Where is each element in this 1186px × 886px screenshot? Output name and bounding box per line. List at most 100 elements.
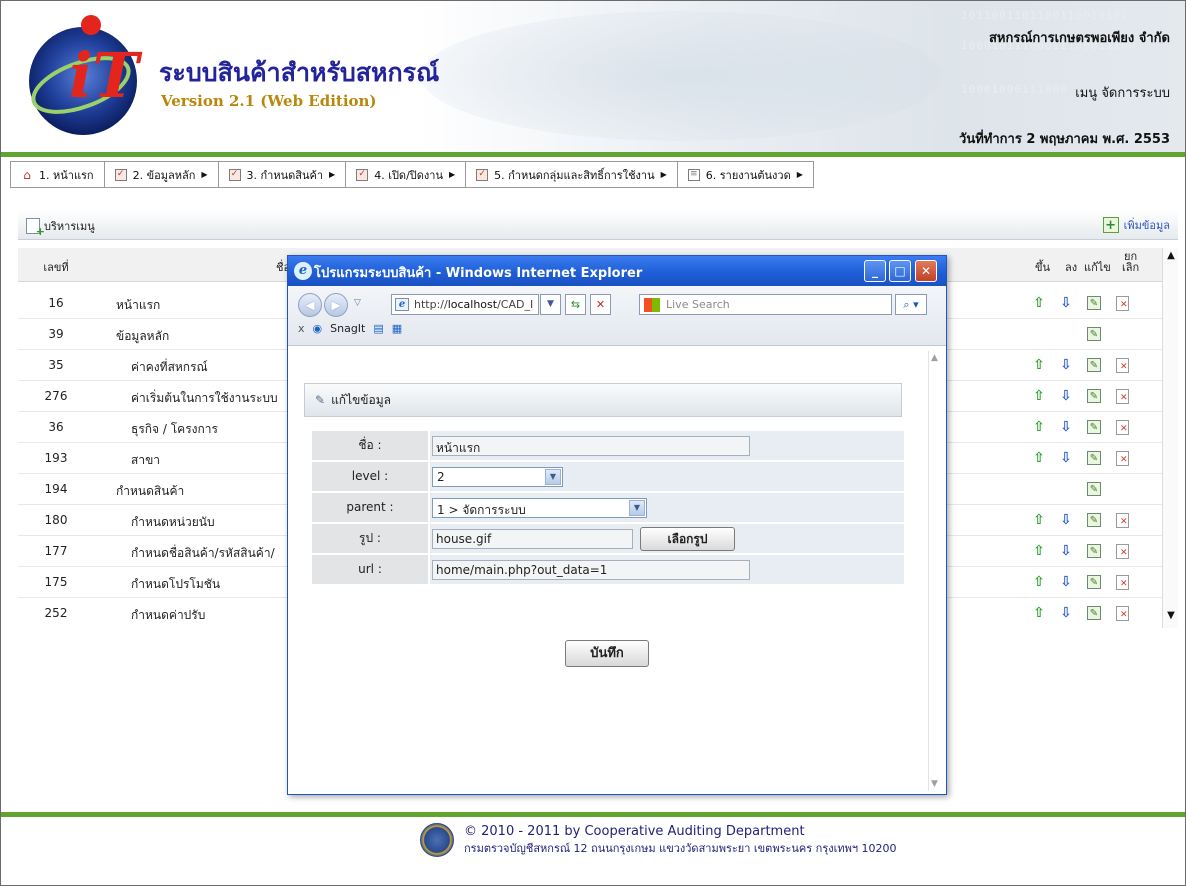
edit-icon[interactable]: ✎ bbox=[1084, 293, 1104, 313]
move-down-icon[interactable]: ⇩ bbox=[1056, 603, 1076, 623]
submenu-arrow-icon: ▶ bbox=[660, 170, 667, 179]
delete-icon[interactable]: ✕ bbox=[1112, 417, 1132, 437]
move-up-icon[interactable]: ⇧ bbox=[1029, 417, 1049, 437]
maximize-button[interactable]: □ bbox=[889, 260, 911, 282]
parent-select[interactable]: 1 > จัดการระบบ ▼ bbox=[432, 498, 647, 518]
delete-icon[interactable]: ✕ bbox=[1112, 386, 1132, 406]
save-button[interactable]: บันทึก bbox=[565, 640, 649, 667]
level-label: level : bbox=[312, 462, 428, 491]
delete-icon[interactable]: ✕ bbox=[1112, 448, 1132, 468]
move-down-icon[interactable]: ⇩ bbox=[1056, 355, 1076, 375]
edit-icon[interactable]: ✎ bbox=[1084, 541, 1104, 561]
edit-icon[interactable]: ✎ bbox=[1084, 510, 1104, 530]
parent-row: parent : 1 > จัดการระบบ ▼ bbox=[312, 493, 904, 522]
edit-icon[interactable]: ✎ bbox=[1084, 386, 1104, 406]
forward-button[interactable]: ▶ bbox=[324, 293, 348, 317]
move-up-icon[interactable]: ⇧ bbox=[1029, 572, 1049, 592]
col-no: เลขที่ bbox=[43, 261, 69, 274]
delete-icon[interactable]: ✕ bbox=[1112, 541, 1132, 561]
menubar-item-label: 3. กำหนดสินค้า bbox=[246, 168, 324, 182]
scroll-up-arrow-icon[interactable]: ▲ bbox=[1163, 250, 1179, 266]
menubar-item-3[interactable]: ✓ 3. กำหนดสินค้า ▶ bbox=[219, 162, 347, 187]
row-number: 16 bbox=[48, 296, 64, 310]
menubar-item-6[interactable]: ≡ 6. รายงานต้นงวด ▶ bbox=[678, 162, 813, 187]
toolbar-close-icon[interactable]: x bbox=[298, 322, 305, 335]
name-label: ชื่อ : bbox=[312, 431, 428, 460]
popup-scrollbar[interactable]: ▲ ▼ bbox=[928, 351, 944, 791]
menubar-item-label: 6. รายงานต้นงวด bbox=[705, 168, 791, 182]
edit-icon[interactable]: ✎ bbox=[1084, 324, 1104, 344]
edit-icon[interactable]: ✎ bbox=[1084, 479, 1104, 499]
page-icon: e bbox=[395, 298, 409, 311]
search-go-icon[interactable]: ⌕ ▾ bbox=[895, 294, 927, 315]
move-up-icon[interactable]: ⇧ bbox=[1029, 510, 1049, 530]
move-down-icon[interactable]: ⇩ bbox=[1056, 386, 1076, 406]
move-down-icon[interactable]: ⇩ bbox=[1056, 293, 1076, 313]
edit-icon[interactable]: ✎ bbox=[1084, 417, 1104, 437]
move-up-icon[interactable]: ⇧ bbox=[1029, 293, 1049, 313]
scroll-down-arrow-icon[interactable]: ▼ bbox=[931, 779, 938, 789]
edit-icon[interactable]: ✎ bbox=[1084, 572, 1104, 592]
move-down-icon[interactable]: ⇩ bbox=[1056, 448, 1076, 468]
move-down-icon[interactable]: ⇩ bbox=[1056, 417, 1076, 437]
move-up-icon[interactable]: ⇧ bbox=[1029, 355, 1049, 375]
delete-icon[interactable]: ✕ bbox=[1112, 355, 1132, 375]
url-row: url : home/main.php?out_data=1 bbox=[312, 555, 904, 584]
submenu-arrow-icon: ▶ bbox=[329, 170, 336, 179]
scroll-down-arrow-icon[interactable]: ▼ bbox=[1163, 610, 1179, 626]
back-button[interactable]: ◀ bbox=[298, 293, 322, 317]
manage-menu-icon bbox=[26, 218, 45, 238]
submenu-arrow-icon: ▶ bbox=[796, 170, 803, 179]
delete-icon[interactable]: ✕ bbox=[1112, 603, 1132, 623]
url-input[interactable]: home/main.php?out_data=1 bbox=[432, 560, 750, 580]
snagit-label[interactable]: SnagIt bbox=[330, 322, 365, 335]
svg-text:iT: iT bbox=[69, 39, 143, 112]
close-button[interactable]: ✕ bbox=[915, 260, 937, 282]
row-number: 175 bbox=[44, 575, 68, 589]
address-bar[interactable]: e http://localhost/CAD_I bbox=[391, 294, 539, 315]
live-search-input[interactable]: Live Search bbox=[639, 294, 892, 315]
address-dropdown-icon[interactable]: ▼ bbox=[540, 294, 561, 315]
minimize-button[interactable]: _ bbox=[864, 260, 886, 282]
edit-icon[interactable]: ✎ bbox=[1084, 603, 1104, 623]
move-down-icon[interactable]: ⇩ bbox=[1056, 510, 1076, 530]
menubar-item-label: 4. เปิด/ปิดงาน bbox=[374, 168, 443, 182]
history-dropdown-icon[interactable]: ▽ bbox=[354, 298, 361, 308]
edit-icon[interactable]: ✎ bbox=[1084, 448, 1104, 468]
window-titlebar[interactable]: e โปรแกรมระบบสินค้า - Windows Internet E… bbox=[288, 256, 946, 286]
edit-icon[interactable]: ✎ bbox=[1084, 355, 1104, 375]
move-up-icon[interactable]: ⇧ bbox=[1029, 603, 1049, 623]
delete-icon[interactable]: ✕ bbox=[1112, 293, 1132, 313]
level-select[interactable]: 2 ▼ bbox=[432, 467, 563, 487]
name-input[interactable]: หน้าแรก bbox=[432, 436, 750, 456]
delete-icon[interactable]: ✕ bbox=[1112, 572, 1132, 592]
move-up-icon[interactable]: ⇧ bbox=[1029, 541, 1049, 561]
add-data-link[interactable]: + เพิ่มข้อมูล bbox=[1102, 216, 1170, 234]
cooperative-name: สหกรณ์การเกษตรพอเพียง จำกัด bbox=[989, 31, 1170, 46]
col-down: ลง bbox=[1065, 261, 1078, 274]
menubar-item-4[interactable]: ✓ 4. เปิด/ปิดงาน ▶ bbox=[346, 162, 467, 187]
menubar-item-1[interactable]: ⌂ 1. หน้าแรก bbox=[11, 162, 105, 187]
delete-icon[interactable]: ✕ bbox=[1112, 510, 1132, 530]
capture-settings-icon[interactable]: ▦ bbox=[392, 322, 402, 335]
image-input[interactable]: house.gif bbox=[432, 529, 633, 549]
table-scrollbar[interactable]: ▲ ▼ bbox=[1162, 248, 1178, 628]
row-name: กำหนดชื่อสินค้า/รหัสสินค้า/ bbox=[131, 546, 275, 560]
move-up-icon[interactable]: ⇧ bbox=[1029, 448, 1049, 468]
capture-window-icon[interactable]: ▤ bbox=[373, 322, 383, 335]
pick-image-button[interactable]: เลือกรูป bbox=[640, 527, 735, 551]
refresh-icon[interactable]: ⇆ bbox=[565, 294, 586, 315]
edit-form-header: ✎ แก้ไขข้อมูล bbox=[304, 383, 902, 417]
move-down-icon[interactable]: ⇩ bbox=[1056, 572, 1076, 592]
stop-icon[interactable]: ✕ bbox=[590, 294, 611, 315]
chevron-down-icon: ▼ bbox=[629, 500, 645, 516]
move-up-icon[interactable]: ⇧ bbox=[1029, 386, 1049, 406]
move-down-icon[interactable]: ⇩ bbox=[1056, 541, 1076, 561]
menubar-item-5[interactable]: ✓ 5. กำหนดกลุ่มและสิทธิ์การใช้งาน ▶ bbox=[466, 162, 678, 187]
add-data-label: เพิ่มข้อมูล bbox=[1123, 219, 1170, 232]
level-row: level : 2 ▼ bbox=[312, 462, 904, 491]
row-name: ค่าคงที่สหกรณ์ bbox=[131, 360, 208, 374]
scroll-up-arrow-icon[interactable]: ▲ bbox=[931, 353, 938, 363]
row-number: 276 bbox=[44, 389, 68, 403]
menubar-item-2[interactable]: ✓ 2. ข้อมูลหลัก ▶ bbox=[105, 162, 219, 187]
